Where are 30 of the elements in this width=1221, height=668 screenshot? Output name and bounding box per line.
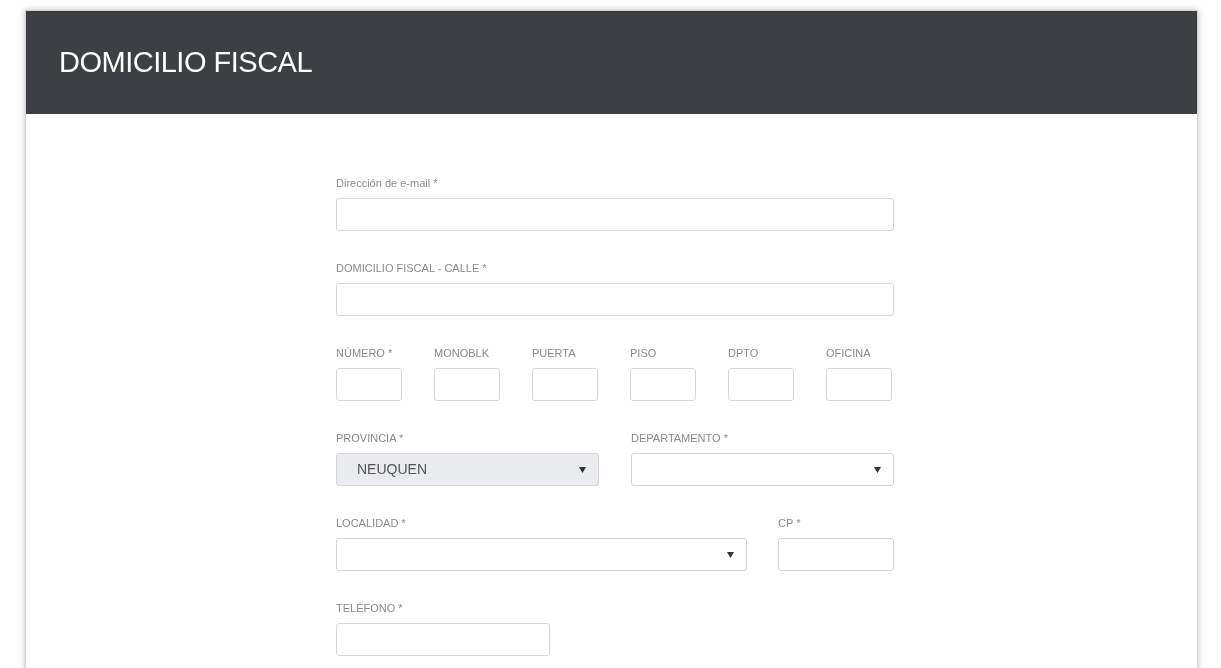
input-field[interactable] <box>336 198 894 231</box>
field-label: LOCALIDAD * <box>336 516 407 530</box>
input-field[interactable] <box>336 283 894 316</box>
field-label: DEPARTAMENTO * <box>631 431 729 445</box>
select-value: NEUQUEN <box>357 460 427 479</box>
field-label: NÚMERO * <box>336 346 394 360</box>
input-field[interactable] <box>826 368 892 401</box>
input-field[interactable] <box>630 368 696 401</box>
field-label: PUERTA <box>532 346 577 360</box>
field-label: CP * <box>778 516 802 530</box>
caret-icon <box>579 466 586 473</box>
field-label: DOMICILIO FISCAL - CALLE * <box>336 261 488 275</box>
input-field[interactable] <box>728 368 794 401</box>
input-field[interactable] <box>336 368 402 401</box>
field-label: MONOBLK <box>434 346 490 360</box>
input-field[interactable] <box>778 538 894 571</box>
header-title: DOMICILIO FISCAL <box>59 44 313 80</box>
input-field[interactable] <box>434 368 500 401</box>
select-field[interactable] <box>336 538 747 571</box>
input-field[interactable] <box>532 368 598 401</box>
field-label: Dirección de e-mail * <box>336 176 439 190</box>
field-label: OFICINA <box>826 346 872 360</box>
caret-icon <box>874 466 881 473</box>
select-field[interactable] <box>631 453 894 486</box>
field-label: PROVINCIA * <box>336 431 405 445</box>
input-field[interactable] <box>336 623 550 656</box>
field-label: TELÉFONO * <box>336 601 404 615</box>
field-label: PISO <box>630 346 658 360</box>
caret-icon <box>727 551 734 558</box>
field-label: DPTO <box>728 346 760 360</box>
